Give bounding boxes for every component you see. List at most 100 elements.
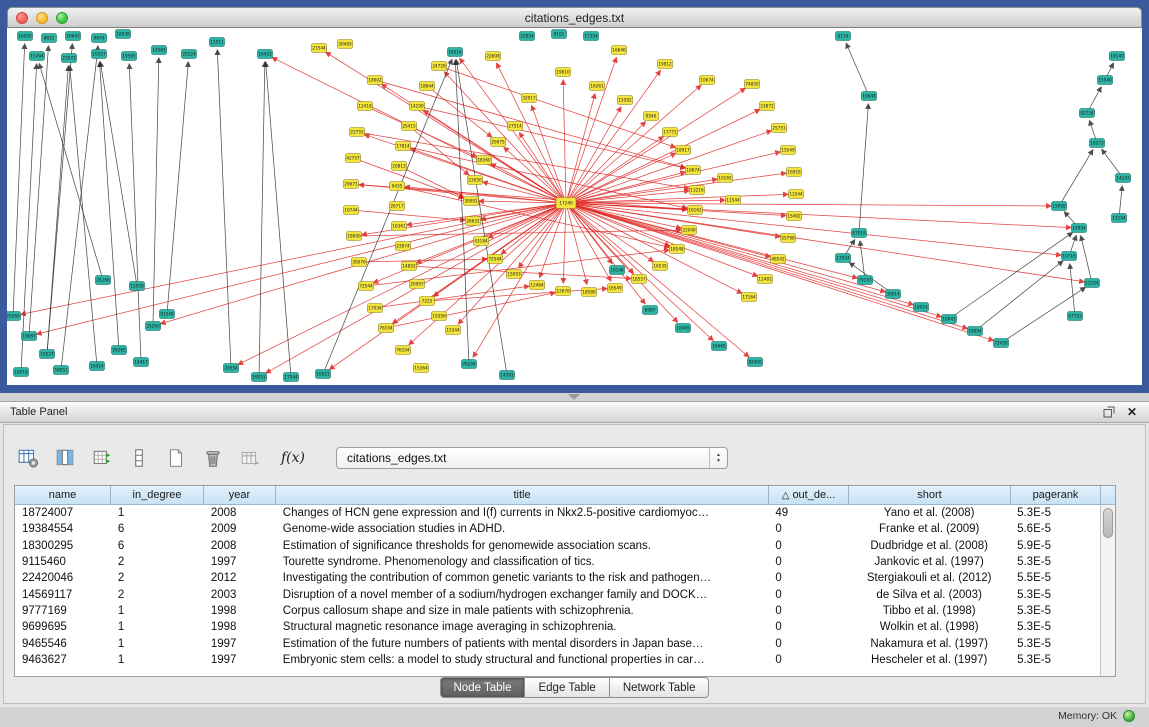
graph-node[interactable]: 20813 bbox=[392, 162, 407, 171]
graph-node[interactable]: 10521 bbox=[316, 370, 331, 379]
graph-node[interactable]: 11011 bbox=[210, 38, 225, 47]
graph-node[interactable]: 14200 bbox=[410, 102, 425, 111]
graph-node[interactable]: 17544 bbox=[284, 373, 299, 382]
graph-node[interactable]: 27514 bbox=[508, 122, 523, 131]
graph-node[interactable]: 8997 bbox=[643, 306, 658, 315]
graph-node[interactable]: 12464 bbox=[530, 281, 545, 290]
tab-network-table[interactable]: Network Table bbox=[610, 677, 710, 698]
graph-node[interactable]: 25124 bbox=[182, 50, 197, 59]
graph-node[interactable]: 18514 bbox=[448, 48, 463, 57]
graph-node[interactable]: 92450 bbox=[748, 358, 763, 367]
graph-node[interactable]: 30914 bbox=[886, 290, 901, 299]
panel-splitter[interactable] bbox=[0, 393, 1149, 401]
graph-node[interactable]: 15364 bbox=[414, 364, 429, 373]
graph-node[interactable]: 72450 bbox=[994, 339, 1009, 348]
float-panel-icon[interactable] bbox=[1103, 406, 1115, 418]
graph-node[interactable]: 18039 bbox=[116, 30, 131, 39]
graph-node[interactable]: 18018 bbox=[14, 368, 29, 377]
table-row[interactable]: 2242004622012Investigating the contribut… bbox=[15, 570, 1100, 586]
table-row[interactable]: 946362711997Embryonic stem cells: a mode… bbox=[15, 652, 1100, 668]
graph-node[interactable]: 13509 bbox=[130, 282, 145, 291]
graph-node[interactable]: 19565 bbox=[122, 52, 137, 61]
graph-node[interactable]: 16549 bbox=[608, 284, 623, 293]
graph-node[interactable]: 30076 bbox=[352, 258, 367, 267]
table-row[interactable]: 1872400712008Changes of HCN gene express… bbox=[15, 505, 1100, 521]
graph-node[interactable]: 10357 bbox=[92, 50, 107, 59]
graph-node[interactable]: 72544 bbox=[488, 255, 503, 264]
column-header-name[interactable]: name bbox=[15, 486, 111, 505]
graph-node[interactable]: 43184 bbox=[474, 237, 489, 246]
graph-node[interactable]: 17771 bbox=[663, 128, 678, 137]
graph-node[interactable]: 16465 bbox=[712, 342, 727, 351]
graph-node[interactable]: 18090 bbox=[347, 232, 362, 241]
graph-node[interactable]: 16162 bbox=[688, 206, 703, 215]
graph-node[interactable]: 16361 bbox=[392, 222, 407, 231]
graph-node[interactable]: 18002 bbox=[368, 76, 383, 85]
graph-node[interactable]: 25260 bbox=[7, 312, 21, 321]
graph-node[interactable]: 59051 bbox=[54, 366, 69, 375]
graph-node[interactable]: 20997 bbox=[410, 280, 425, 289]
graph-node[interactable]: 29671 bbox=[344, 180, 359, 189]
graph-node[interactable]: 22608 bbox=[486, 52, 501, 61]
graph-node[interactable]: 13104 bbox=[1112, 214, 1127, 223]
graph-node[interactable]: 10716 bbox=[1062, 252, 1077, 261]
close-panel-icon[interactable]: ✕ bbox=[1127, 406, 1137, 418]
table-row[interactable]: 946554611997Estimation of the future num… bbox=[15, 635, 1100, 651]
graph-node[interactable]: 20554 bbox=[224, 364, 239, 373]
graph-node[interactable]: 17354 bbox=[584, 32, 599, 41]
graph-node[interactable]: 25751 bbox=[772, 124, 787, 133]
graph-node[interactable]: 9674 bbox=[92, 34, 107, 43]
graph-node[interactable]: 10465 bbox=[676, 324, 691, 333]
scrollbar-thumb[interactable] bbox=[1103, 508, 1113, 538]
graph-node[interactable]: 16433 bbox=[258, 50, 273, 59]
graph-node[interactable]: 22040 bbox=[682, 226, 697, 235]
graph-node[interactable]: 19610 bbox=[556, 68, 571, 77]
graph-node[interactable]: 16014 bbox=[90, 362, 105, 371]
table-row[interactable]: 969969511998Structural magnetic resonanc… bbox=[15, 619, 1100, 635]
graph-node[interactable]: 76104 bbox=[379, 324, 394, 333]
graph-node[interactable]: 12676 bbox=[556, 287, 571, 296]
graph-node[interactable]: 67753 bbox=[1068, 312, 1083, 321]
table-scrollbar[interactable] bbox=[1100, 505, 1115, 676]
graph-node[interactable]: 25260 bbox=[146, 322, 161, 331]
delete-table-icon[interactable] bbox=[201, 446, 225, 470]
graph-node[interactable]: 16535 bbox=[653, 262, 668, 271]
graph-node[interactable]: 15093 bbox=[507, 270, 522, 279]
graph-node[interactable]: 19148 bbox=[610, 266, 625, 275]
graph-node[interactable]: 24729 bbox=[432, 62, 447, 71]
combo-arrows-icon[interactable]: ▲ ▼ bbox=[709, 448, 727, 468]
graph-node[interactable]: 26631 bbox=[466, 217, 481, 226]
show-columns-icon[interactable] bbox=[53, 446, 77, 470]
graph-node[interactable]: 10165 bbox=[718, 174, 733, 183]
graph-node[interactable]: 76104 bbox=[396, 346, 411, 355]
graph-node[interactable]: 10674 bbox=[686, 166, 701, 175]
graph-node[interactable]: 10744 bbox=[344, 206, 359, 215]
row-operations-icon[interactable] bbox=[127, 446, 151, 470]
graph-node[interactable]: 8134 bbox=[836, 32, 851, 41]
graph-node[interactable]: 12104 bbox=[1085, 279, 1100, 288]
graph-node[interactable]: 19356 bbox=[432, 312, 447, 321]
graph-node[interactable]: 91549 bbox=[160, 310, 175, 319]
graph-node[interactable]: 15549 bbox=[781, 146, 796, 155]
graph-node[interactable]: 23872 bbox=[760, 102, 775, 111]
graph-node[interactable]: 9435 bbox=[390, 182, 405, 191]
graph-node[interactable]: 18586 bbox=[582, 288, 597, 297]
graph-node[interactable]: 12418 bbox=[358, 102, 373, 111]
graph-node[interactable]: 10527 bbox=[40, 350, 55, 359]
create-table-icon[interactable] bbox=[164, 446, 188, 470]
graph-node[interactable]: 16261 bbox=[590, 82, 605, 91]
graph-node[interactable]: 15582 bbox=[618, 96, 633, 105]
column-header-year[interactable]: year bbox=[204, 486, 276, 505]
tab-edge-table[interactable]: Edge Table bbox=[525, 677, 609, 698]
graph-node[interactable]: 15958 bbox=[1052, 202, 1067, 211]
table-row[interactable]: 977716911998Corpus callosum shape and si… bbox=[15, 603, 1100, 619]
graph-node[interactable]: 10943 bbox=[942, 315, 957, 324]
graph-node[interactable]: 18557 bbox=[632, 275, 647, 284]
table-settings-icon[interactable] bbox=[16, 446, 40, 470]
graph-node[interactable]: 18014 bbox=[914, 303, 929, 312]
graph-node[interactable]: 19087 bbox=[22, 332, 37, 341]
column-header-title[interactable]: title bbox=[276, 486, 769, 505]
table-row[interactable]: 1830029562008Estimation of significance … bbox=[15, 538, 1100, 554]
graph-node[interactable]: 11544 bbox=[789, 190, 804, 199]
graph-node[interactable]: 22854 bbox=[520, 32, 535, 41]
